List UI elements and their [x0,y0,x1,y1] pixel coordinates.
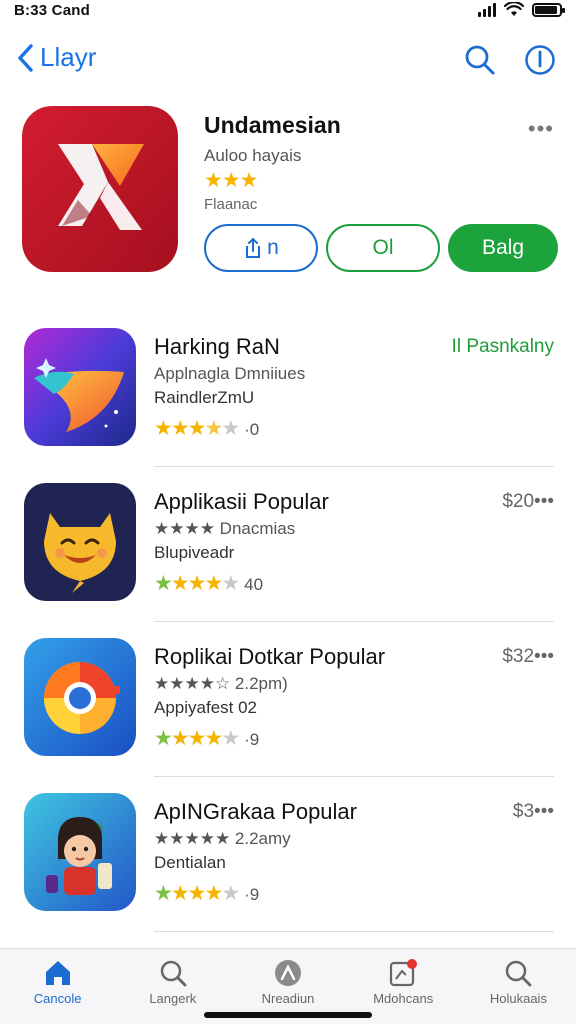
app-subtitle: Applnagla Dmniiues [154,364,306,383]
search-icon [506,960,532,987]
app-title: Roplikai Dotkar Popular [154,644,386,669]
notifications-icon [390,959,418,987]
rating-count: ·9 [244,730,260,749]
search-icon[interactable] [464,44,496,76]
app-developer: Blupiveadr [154,543,235,562]
rating-count: ·9 [244,885,260,904]
home-indicator[interactable] [204,1012,372,1018]
share-icon [246,237,261,258]
app-icon [24,793,136,911]
rating-count: 40 [244,575,264,594]
app-price[interactable]: $3••• [513,801,554,823]
app-developer: Dentialan [154,853,226,872]
rating-count: ·0 [244,420,260,439]
tab-label: Holukaais [489,991,547,1006]
share-button-label: n [267,236,279,259]
wifi-icon [504,2,524,16]
app-developer: Appiyafest 02 [154,698,258,717]
list-item[interactable]: Harking RaN Applnagla Dmniiues RaindlerZ… [0,312,576,467]
app-icon [24,483,136,601]
info-icon[interactable] [524,44,556,76]
app-title: Applikasii Popular [154,489,329,514]
tab-label: Langerk [149,991,197,1006]
status-time: B:33 Cand [14,2,90,19]
get-button-label: Balg [481,236,525,259]
wishlist-button-label: Ol [372,236,394,259]
status-bar: B:33 Cand [0,0,576,22]
app-price[interactable]: Il Pasnkalny [452,336,554,358]
battery-icon [532,2,565,17]
app-price[interactable]: $32••• [502,646,554,668]
tab-label: Mdohcans [373,991,434,1006]
featured-app-rating: ★★★ [204,169,258,192]
app-developer: RaindlerZmU [154,388,255,407]
tab-bar: Cancole Langerk Nreadiun Mdohcans Holuka… [0,948,576,1024]
featured-app-category: Flaanac [204,196,258,213]
app-subtitle: ★★★★★ 2.2amy [154,829,291,848]
back-button[interactable]: Llayr [16,42,96,73]
featured-app-icon[interactable] [22,106,178,272]
tab-search-secondary[interactable]: Holukaais [461,949,576,1024]
chevron-left-icon [18,43,33,72]
nav-bar: Llayr [0,36,576,86]
app-icon [24,328,136,446]
app-rating: ★★★★★ ·9 [154,727,260,750]
get-button[interactable]: Balg [448,224,558,272]
app-price[interactable]: $20••• [502,491,554,513]
list-item[interactable]: ApINGrakaa Popular ★★★★★ 2.2amy Dentiala… [0,777,576,932]
app-subtitle: ★★★★☆ 2.2pm) [154,674,288,693]
app-icon [24,638,136,756]
app-rating: ★★★★★ ·9 [154,882,260,905]
app-rating: ★★★★★ ·0 [154,417,260,440]
maps-icon [275,960,301,986]
signal-icon [478,2,496,17]
share-button[interactable]: n [204,224,318,272]
search-icon [160,960,187,987]
more-options-button[interactable]: ••• [528,116,554,142]
home-icon [45,961,70,985]
tab-home[interactable]: Cancole [0,949,115,1024]
featured-app-title: Undamesian [204,112,341,138]
list-item[interactable]: Applikasii Popular ★★★★ Dnacmias Blupive… [0,467,576,622]
tab-label: Nreadiun [261,991,315,1006]
tab-label: Cancole [33,991,82,1006]
app-subtitle: ★★★★ Dnacmias [154,519,296,538]
wishlist-button[interactable]: Ol [326,224,440,272]
app-rating: ★★★★★ 40 [154,572,264,595]
featured-app: Undamesian Auloo hayais ★★★ Flaanac ••• … [22,106,558,276]
back-label: Llayr [40,42,97,72]
app-title: ApINGrakaa Popular [154,799,357,824]
featured-app-subtitle: Auloo hayais [204,146,302,165]
app-title: Harking RaN [154,334,280,359]
list-item[interactable]: Roplikai Dotkar Popular ★★★★☆ 2.2pm) App… [0,622,576,777]
